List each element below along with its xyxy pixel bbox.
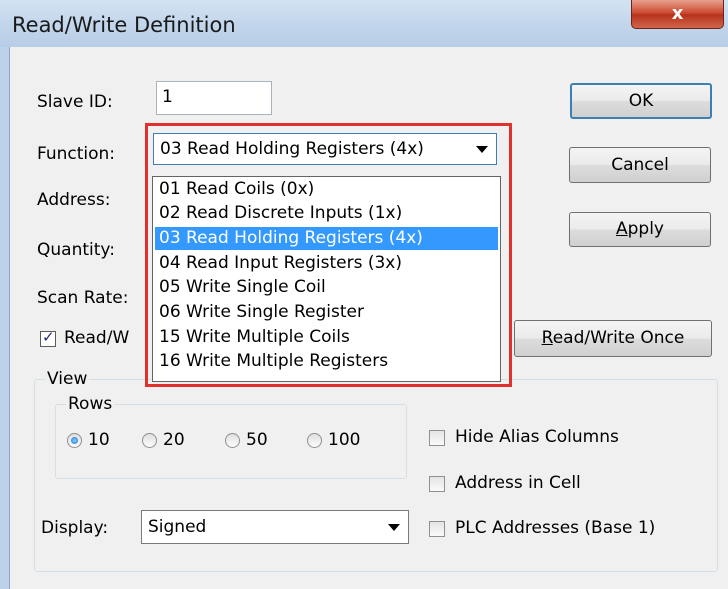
slave-id-input[interactable]: 1 [156,81,272,115]
ok-button[interactable]: OK [570,83,712,119]
quantity-label: Quantity: [37,240,115,260]
rows-radio-20[interactable] [142,433,157,448]
rows-option-50: 50 [246,430,268,450]
address-in-cell-label: Address in Cell [455,473,581,493]
rows-group-caption: Rows [66,394,115,414]
read-write-checkbox[interactable]: ✓ [40,328,56,347]
slave-id-label: Slave ID: [37,92,113,112]
scan-rate-label: Scan Rate: [37,288,129,308]
window-frame [0,47,9,589]
cancel-button[interactable]: Cancel [569,147,711,183]
read-write-once-label: ead/Write Once [552,328,685,348]
rows-option-10: 10 [88,430,110,450]
apply-label: pply [627,219,664,239]
read-write-label: Read/W [64,328,130,348]
rows-group: Rows 10 20 50 100 [55,394,407,479]
check-icon: ✓ [42,328,55,346]
rows-option-20: 20 [163,430,185,450]
read-write-once-accelerator: R [541,328,553,348]
display-select[interactable]: Signed [141,510,409,544]
address-label: Address: [37,190,111,210]
display-select-value: Signed [148,517,207,537]
rows-option-100: 100 [328,430,361,450]
hide-alias-label: Hide Alias Columns [455,427,619,447]
read-write-once-button[interactable]: Read/Write Once [514,320,712,357]
function-label: Function: [37,144,116,164]
apply-button[interactable]: Apply [569,212,711,247]
window-title: Read/Write Definition [12,13,236,37]
close-icon: x [671,3,684,24]
hide-alias-checkbox[interactable] [429,430,445,446]
view-group-caption: View [45,369,90,389]
rows-radio-100[interactable] [307,433,322,448]
highlight-annotation [145,123,512,387]
title-bar: Read/Write Definition x [0,0,728,47]
plc-addresses-label: PLC Addresses (Base 1) [455,518,656,538]
plc-addresses-checkbox[interactable] [429,521,445,537]
chevron-down-icon [388,524,400,531]
view-group: View Rows 10 20 50 100 Display: Signed H… [34,369,718,572]
apply-accelerator: A [615,219,628,239]
display-label: Display: [41,518,109,538]
address-in-cell-checkbox[interactable] [429,476,445,492]
rows-radio-50[interactable] [225,433,240,448]
close-button[interactable]: x [631,0,724,29]
rows-radio-10[interactable] [67,433,82,448]
